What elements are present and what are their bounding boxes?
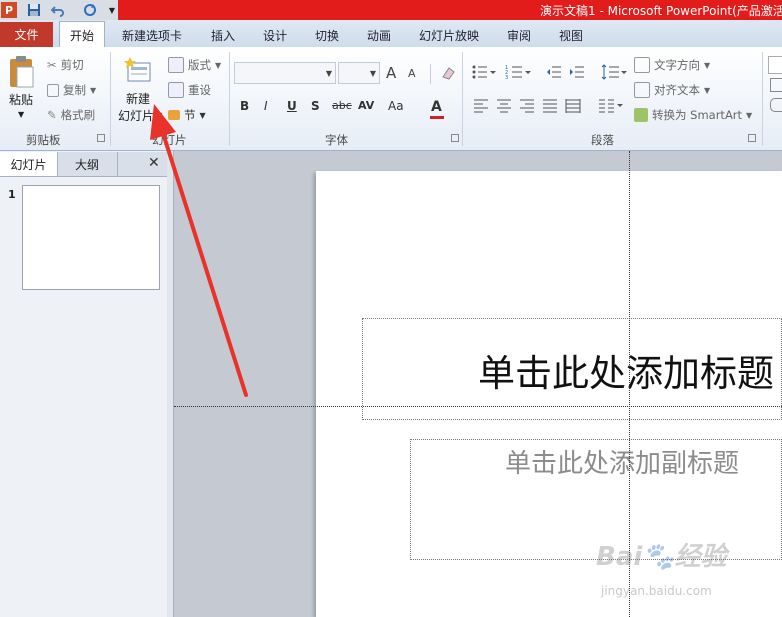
grow-font-button[interactable]: A	[386, 64, 396, 82]
tab-view[interactable]: 视图	[559, 27, 583, 44]
align-text-dropdown-icon: ▼	[704, 85, 711, 95]
scissors-icon: ✂	[47, 58, 57, 72]
tab-insert[interactable]: 插入	[211, 27, 235, 44]
smartart-dropdown-icon: ▼	[746, 110, 753, 120]
chevron-down-icon: ▼	[369, 69, 376, 78]
italic-button[interactable]: I	[264, 99, 268, 113]
decrease-indent-icon[interactable]	[546, 64, 562, 83]
horizontal-guide[interactable]	[174, 406, 782, 407]
align-right-icon[interactable]	[519, 99, 535, 116]
font-launcher-icon[interactable]	[451, 134, 459, 142]
change-case-button[interactable]: Aa	[388, 99, 404, 113]
underline-button[interactable]: U	[287, 99, 297, 113]
shape-rounded-icon[interactable]	[770, 98, 782, 112]
subtitle-placeholder-text: 单击此处添加副标题	[505, 449, 740, 479]
justify-icon[interactable]	[542, 99, 558, 116]
window-title: 演示文稿1 - Microsoft PowerPoint(产品激活失败)	[540, 4, 782, 18]
layout-label: 版式	[188, 58, 211, 72]
reset-button[interactable]: 重设	[168, 82, 211, 98]
annotation-arrow	[150, 104, 248, 397]
layout-dropdown-icon: ▼	[215, 60, 222, 70]
copy-label: 复制	[63, 83, 86, 97]
align-left-icon[interactable]	[473, 99, 489, 116]
numbering-icon[interactable]: 123	[505, 64, 533, 83]
tab-animations[interactable]: 动画	[367, 27, 391, 44]
title-placeholder-text: 单击此处添加标题	[478, 352, 774, 395]
copy-icon	[47, 83, 59, 97]
clipboard-group-label: 剪贴板	[26, 133, 61, 147]
powerpoint-app-icon[interactable]: P	[1, 2, 17, 18]
group-divider	[762, 52, 763, 146]
paragraph-group-label: 段落	[591, 133, 614, 147]
text-direction-button[interactable]: 文字方向 ▼	[634, 57, 710, 73]
text-direction-dropdown-icon: ▼	[704, 60, 711, 70]
tab-design[interactable]: 设计	[263, 27, 287, 44]
tab-home[interactable]: 开始	[59, 21, 105, 48]
tab-new-tab[interactable]: 新建选项卡	[122, 27, 182, 44]
new-slide-icon[interactable]	[124, 55, 154, 85]
tab-transitions[interactable]: 切换	[315, 27, 339, 44]
tab-slides[interactable]: 幻灯片	[0, 152, 58, 176]
copy-button[interactable]: 复制 ▼	[47, 82, 96, 98]
font-size-combo[interactable]: ▼	[338, 62, 380, 84]
format-painter-button[interactable]: ✎ 格式刷	[47, 107, 95, 123]
char-spacing-button[interactable]: AV	[358, 99, 374, 112]
shapes-gallery[interactable]	[768, 56, 782, 74]
baidu-watermark-url: jingyan.baidu.com	[601, 584, 712, 598]
shadow-button[interactable]: S	[311, 99, 320, 113]
layout-icon	[168, 57, 184, 73]
increase-indent-icon[interactable]	[569, 64, 585, 83]
columns-icon[interactable]	[598, 99, 624, 116]
paste-button[interactable]: 粘贴	[9, 91, 33, 108]
group-divider	[462, 52, 463, 146]
redo-icon[interactable]	[82, 2, 98, 18]
text-direction-icon	[634, 57, 650, 73]
quick-access-toolbar: P ▼	[0, 0, 118, 21]
font-group-label: 字体	[325, 133, 348, 147]
smartart-icon	[634, 108, 648, 122]
undo-icon[interactable]	[50, 2, 66, 18]
shape-rect-icon[interactable]	[770, 78, 782, 92]
cut-button[interactable]: ✂ 剪切	[47, 57, 84, 73]
chevron-down-icon: ▼	[325, 69, 332, 78]
group-divider	[110, 52, 111, 146]
tab-file[interactable]: 文件	[0, 22, 53, 47]
align-text-label: 对齐文本	[654, 83, 700, 97]
clear-format-icon[interactable]	[440, 65, 456, 84]
align-text-icon	[634, 82, 650, 98]
font-color-button[interactable]: A	[431, 99, 442, 115]
reset-label: 重设	[188, 83, 211, 97]
format-painter-label: 格式刷	[60, 108, 96, 122]
reset-icon	[168, 82, 184, 98]
font-color-swatch	[430, 116, 444, 119]
tab-slideshow[interactable]: 幻灯片放映	[419, 27, 479, 44]
baidu-watermark: Bai🐾经验	[596, 542, 727, 572]
svg-text:3: 3	[505, 75, 508, 80]
clipboard-launcher-icon[interactable]	[97, 134, 105, 142]
tab-outline[interactable]: 大纲	[57, 152, 118, 176]
align-text-button[interactable]: 对齐文本 ▼	[634, 82, 710, 98]
customize-qat-icon[interactable]: ▼	[104, 2, 120, 18]
distributed-icon[interactable]	[565, 99, 581, 116]
tab-review[interactable]: 审阅	[507, 27, 531, 44]
brush-icon: ✎	[47, 108, 57, 122]
align-center-icon[interactable]	[496, 99, 512, 116]
save-icon[interactable]	[26, 2, 42, 18]
paste-icon[interactable]	[7, 55, 37, 91]
bullets-icon[interactable]	[471, 64, 497, 83]
cut-label: 剪切	[60, 58, 84, 72]
font-name-combo[interactable]: ▼	[234, 62, 336, 84]
strikethrough-button[interactable]: abc	[332, 99, 352, 112]
shrink-font-button[interactable]: A	[408, 67, 416, 80]
slide-number: 1	[8, 188, 16, 201]
layout-button[interactable]: 版式 ▼	[168, 57, 221, 73]
text-direction-label: 文字方向	[654, 58, 700, 72]
line-spacing-icon[interactable]	[601, 64, 627, 83]
convert-smartart-button[interactable]: 转换为 SmartArt ▼	[634, 107, 752, 123]
divider	[430, 64, 431, 84]
paragraph-launcher-icon[interactable]	[748, 134, 756, 142]
paste-dropdown-icon[interactable]: ▼	[18, 110, 24, 119]
copy-dropdown-icon[interactable]: ▼	[90, 86, 96, 95]
smartart-label: 转换为 SmartArt	[652, 108, 743, 122]
